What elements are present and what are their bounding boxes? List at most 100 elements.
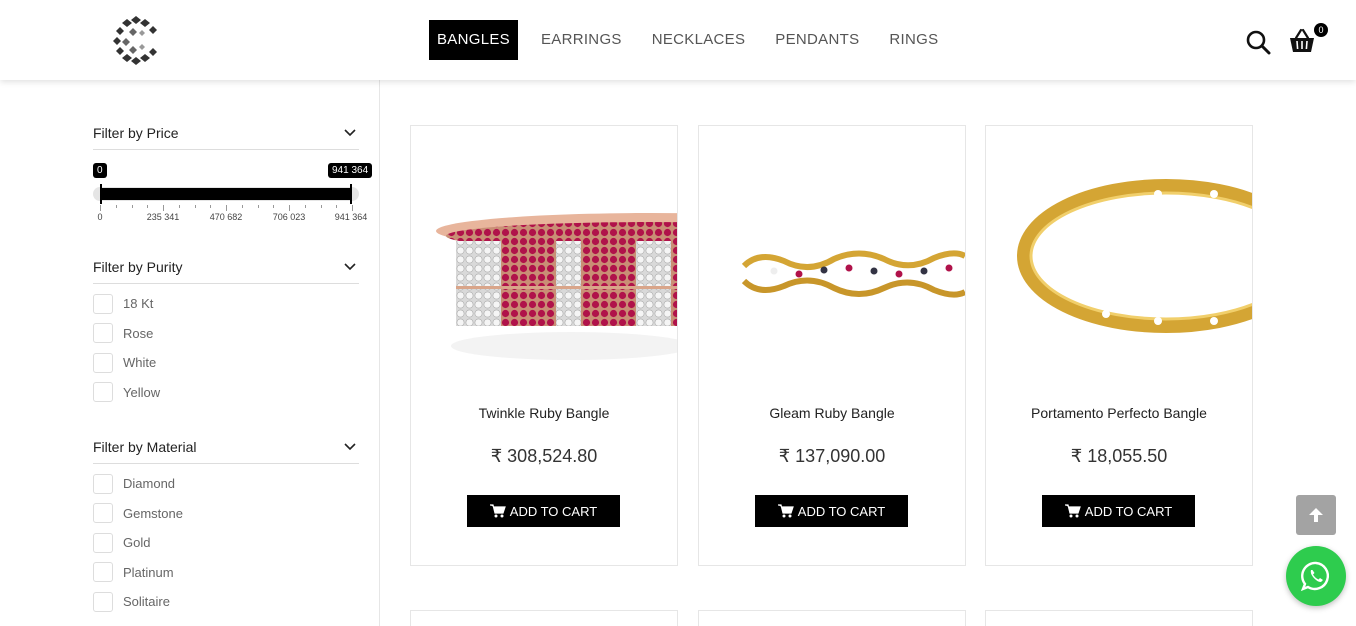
product-card[interactable]: Portamento Perfecto Bangle ₹ 18,055.50 A… [985,125,1253,566]
purity-filter-header[interactable]: Filter by Purity [93,250,359,284]
price-filter-title: Filter by Price [93,124,179,141]
purity-option-18kt[interactable]: 18 Kt [93,289,359,319]
add-to-cart-label: ADD TO CART [1084,503,1173,519]
material-filter-header[interactable]: Filter by Material [93,430,359,464]
cart-icon [489,504,506,518]
search-icon[interactable] [1245,29,1271,55]
slider-tick [241,205,243,208]
slider-tick [320,205,322,208]
add-to-cart-button[interactable]: ADD TO CART [1042,495,1195,527]
cart-icon [777,504,794,518]
price-slider-min-handle[interactable] [100,184,102,204]
product-card[interactable]: Twinkle Ruby Bangle ₹ 308,524.80 ADD TO … [410,125,678,566]
nav-bangles[interactable]: BANGLES [429,20,518,60]
product-image-gleam-ruby-bangle[interactable] [699,156,965,396]
option-label: Rose [123,325,154,341]
add-to-cart-button[interactable]: ADD TO CART [755,495,908,527]
material-filter: Filter by Material Diamond Gemstone Gold… [93,430,359,617]
slider-tick [115,205,117,208]
slider-tick [210,205,212,208]
slider-tick [163,205,164,211]
product-price: ₹ 137,090.00 [778,446,886,466]
arrow-up-icon [1309,508,1323,522]
nav-rings[interactable]: RINGS [874,20,953,60]
checkbox[interactable] [93,293,113,314]
add-to-cart-button[interactable]: ADD TO CART [467,495,620,527]
option-label: Platinum [123,564,174,580]
material-option-solitaire[interactable]: Solitaire [93,587,359,617]
product-image-twinkle-ruby-bangle[interactable] [411,156,677,396]
price-filter: Filter by Price [93,116,359,150]
product-name[interactable]: Twinkle Ruby Bangle [411,405,677,421]
slider-tick-label: 0 [97,212,103,222]
brand-logo[interactable] [112,14,162,66]
cart-icon [1064,504,1081,518]
slider-tick [273,205,275,208]
checkbox[interactable] [93,323,113,344]
slider-tick [226,205,227,211]
slider-tick-label: 470 682 [209,212,243,222]
checkbox[interactable] [93,473,113,494]
nav-necklaces[interactable]: NECKLACES [637,20,761,60]
price-slider-max-handle[interactable] [350,184,352,204]
chevron-down-icon [344,262,356,270]
price-filter-header[interactable]: Filter by Price [93,116,359,150]
price-max-tooltip: 941 364 [328,163,373,178]
product-card[interactable]: Gleam Ruby Bangle ₹ 137,090.00 ADD TO CA… [698,125,966,566]
nav-earrings[interactable]: EARRINGS [526,20,637,60]
slider-tick [100,205,101,211]
material-option-diamond[interactable]: Diamond [93,469,359,499]
cart-count-badge: 0 [1314,23,1328,37]
page: BANGLES EARRINGS NECKLACES PENDANTS RING… [0,0,1356,626]
nav-pendants[interactable]: PENDANTS [760,20,874,60]
option-label: 18 Kt [123,296,154,312]
option-label: Solitaire [123,594,170,610]
slider-tick [289,205,290,211]
product-price: ₹ 308,524.80 [490,446,598,466]
material-option-gold[interactable]: Gold [93,528,359,558]
next-row-card[interactable] [985,610,1253,626]
material-option-platinum[interactable]: Platinum [93,558,359,588]
option-label: Gemstone [123,505,183,521]
purity-option-white[interactable]: White [93,348,359,378]
checkbox[interactable] [93,503,113,524]
main-nav: BANGLES EARRINGS NECKLACES PENDANTS RING… [429,20,953,60]
whatsapp-chat-button[interactable] [1286,546,1346,606]
price-slider-range [100,188,352,200]
option-label: Diamond [123,476,176,492]
product-price: ₹ 18,055.50 [1070,446,1168,466]
chevron-down-icon [344,442,356,450]
purity-filter: Filter by Purity 18 Kt Rose White Yellow [93,250,359,407]
basket-icon[interactable] [1288,28,1316,54]
product-name[interactable]: Portamento Perfecto Bangle [986,405,1252,421]
purity-option-yellow[interactable]: Yellow [93,378,359,408]
slider-tick [352,205,353,211]
slider-tick [194,205,196,208]
checkbox[interactable] [93,382,113,403]
slider-tick [178,205,180,208]
next-row-card[interactable] [410,610,678,626]
next-row-card[interactable] [698,610,966,626]
checkbox[interactable] [93,352,113,373]
purity-option-rose[interactable]: Rose [93,319,359,349]
site-header: BANGLES EARRINGS NECKLACES PENDANTS RING… [0,0,1356,80]
slider-tick [147,205,149,208]
checkbox[interactable] [93,532,113,553]
scroll-to-top-button[interactable] [1296,495,1336,535]
slider-tick [257,205,259,208]
slider-tick-label: 941 364 [334,212,368,222]
checkbox[interactable] [93,562,113,583]
option-label: White [123,355,157,371]
whatsapp-icon [1300,561,1329,592]
material-option-gemstone[interactable]: Gemstone [93,499,359,529]
option-label: Gold [123,535,151,551]
product-name[interactable]: Gleam Ruby Bangle [699,405,965,421]
add-to-cart-label: ADD TO CART [797,503,886,519]
chevron-down-icon [344,128,356,136]
material-filter-title: Filter by Material [93,438,197,455]
checkbox[interactable] [93,591,113,612]
slider-tick [304,205,306,208]
slider-tick-label: 235 341 [146,212,180,222]
slider-tick [131,205,133,208]
product-image-portamento-perfecto-bangle[interactable] [986,156,1252,396]
